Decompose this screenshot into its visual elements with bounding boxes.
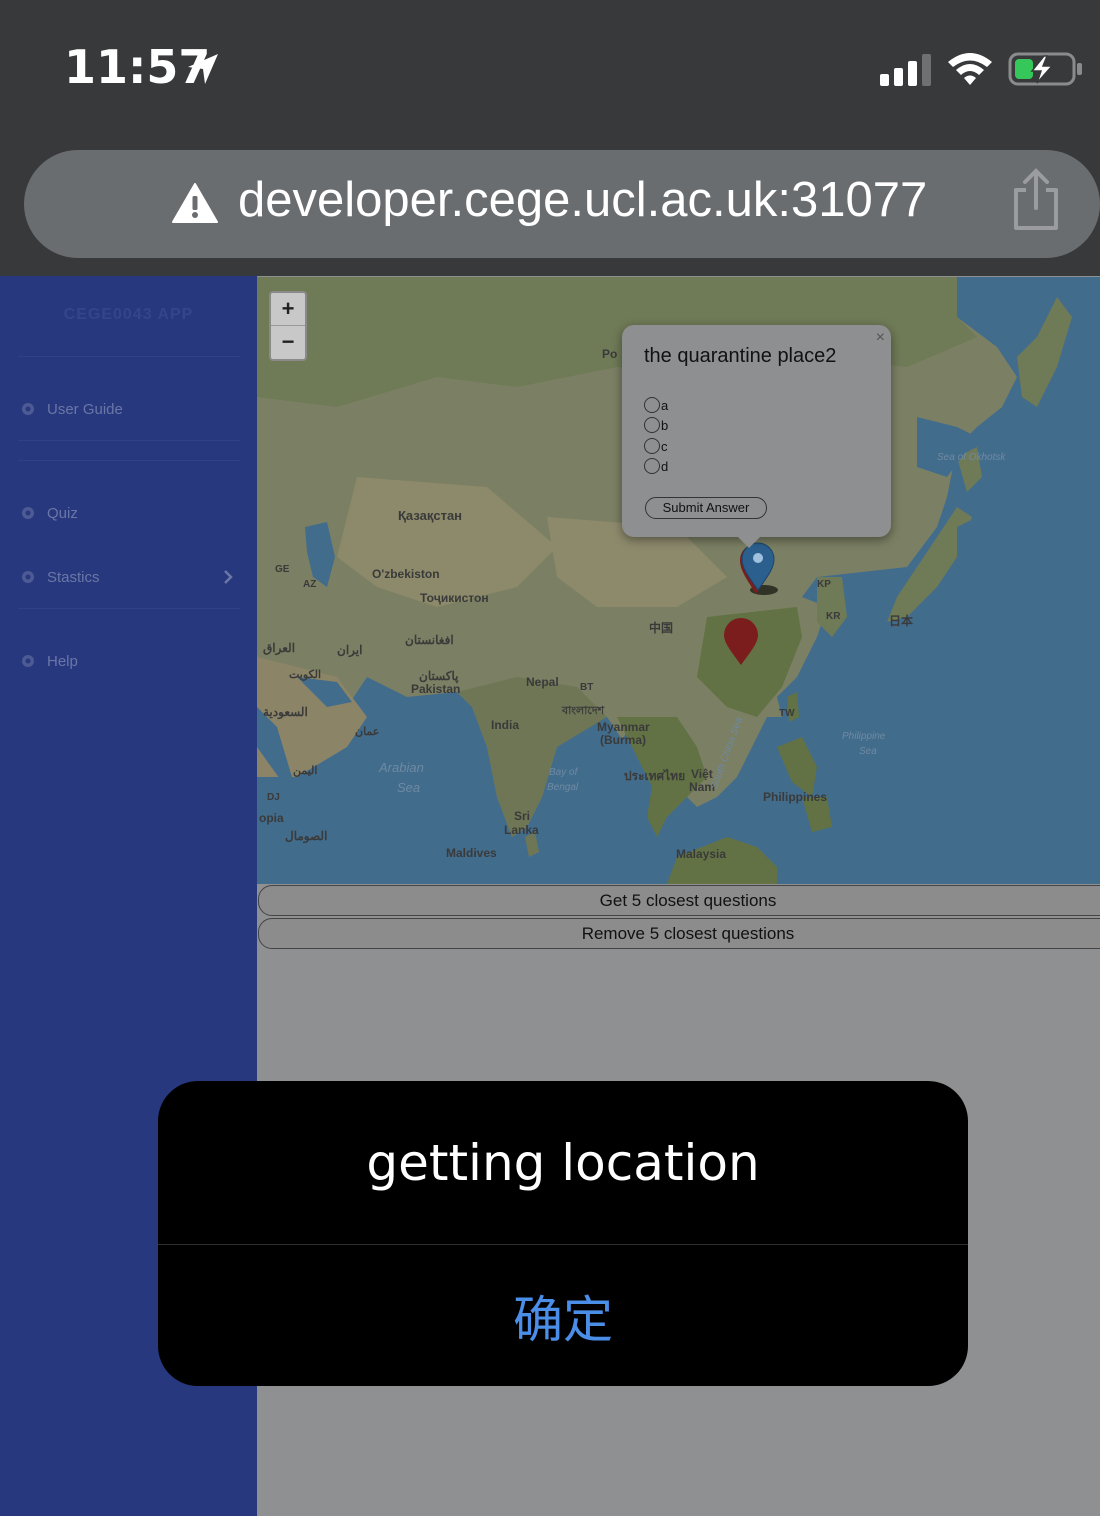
radio-button[interactable] bbox=[644, 417, 660, 433]
sidebar-item-label: Stastics bbox=[47, 568, 100, 586]
red-marker-icon[interactable] bbox=[722, 617, 760, 667]
map-label: O'zbekiston bbox=[372, 567, 440, 581]
status-bar: 11:57 developer.cege.ucl.ac.uk:31077 bbox=[0, 0, 1100, 276]
url-text[interactable]: developer.cege.ucl.ac.uk:31077 bbox=[238, 172, 927, 228]
map-label: 日本 bbox=[889, 614, 914, 628]
map-label: opia bbox=[259, 811, 284, 825]
map-label: پاکستان bbox=[419, 669, 459, 683]
map-label: Bay of bbox=[549, 767, 578, 778]
cellular-signal-icon bbox=[880, 54, 931, 86]
blue-marker-icon[interactable] bbox=[740, 542, 776, 592]
map-label: Sri bbox=[514, 809, 531, 823]
map-label: افغانستان bbox=[405, 633, 454, 647]
gear-icon bbox=[22, 571, 34, 583]
sidebar-item-help[interactable]: Help bbox=[20, 646, 242, 676]
warning-icon bbox=[172, 183, 218, 223]
answer-option-c[interactable]: c bbox=[644, 438, 668, 454]
map-label: GE bbox=[275, 564, 290, 575]
map-label: Myanmar bbox=[597, 720, 650, 734]
map-label: ประเทศไทย bbox=[624, 769, 686, 783]
map-label: Nepal bbox=[526, 675, 559, 689]
submit-answer-button[interactable]: Submit Answer bbox=[645, 497, 767, 519]
map-label: AZ bbox=[303, 579, 317, 590]
gear-icon bbox=[22, 403, 34, 415]
map-label: الكويت bbox=[289, 669, 322, 681]
map-label: Lanka bbox=[504, 823, 539, 837]
zoom-out-button[interactable]: − bbox=[271, 326, 305, 358]
sidebar-item-label: User Guide bbox=[47, 400, 123, 418]
map-label: Қазақстан bbox=[398, 508, 463, 523]
map-label: বাংলাদেশ bbox=[562, 705, 605, 717]
zoom-control: + − bbox=[269, 291, 307, 361]
answer-option-a[interactable]: a bbox=[644, 397, 668, 413]
divider bbox=[18, 460, 240, 461]
map-label: (Burma) bbox=[600, 733, 647, 747]
map-label: 中国 bbox=[649, 621, 674, 635]
app-brand[interactable]: CEGE0043 APP bbox=[0, 306, 257, 324]
map-label: Тоҷикистон bbox=[420, 591, 489, 605]
map-label: ایران bbox=[337, 643, 363, 657]
sidebar-item-quiz[interactable]: Quiz bbox=[20, 498, 242, 528]
map-label: KP bbox=[817, 579, 831, 590]
radio-button[interactable] bbox=[644, 458, 660, 474]
sidebar-item-stastics[interactable]: Stastics bbox=[20, 562, 242, 592]
chevron-right-icon bbox=[224, 570, 233, 584]
divider bbox=[18, 356, 240, 357]
wifi-icon bbox=[948, 53, 992, 85]
map-label: Sea bbox=[859, 746, 877, 757]
divider bbox=[18, 608, 240, 609]
zoom-in-button[interactable]: + bbox=[271, 293, 305, 326]
sidebar-item-label: Quiz bbox=[47, 504, 78, 522]
share-icon[interactable] bbox=[1010, 168, 1062, 232]
option-label: c bbox=[661, 438, 668, 454]
map-label: الصومال bbox=[285, 829, 328, 843]
map-label: Philippine bbox=[842, 731, 886, 742]
map-label: Malaysia bbox=[676, 847, 727, 861]
gear-icon bbox=[22, 507, 34, 519]
sidebar-item-user-guide[interactable]: User Guide bbox=[20, 394, 242, 424]
radio-button[interactable] bbox=[644, 438, 660, 454]
map-label: Việt bbox=[691, 767, 713, 781]
map-label: السعودية bbox=[263, 705, 308, 719]
answer-option-b[interactable]: b bbox=[644, 417, 668, 433]
map-label: Po bbox=[602, 347, 618, 361]
sidebar-item-label: Help bbox=[47, 652, 78, 670]
popup-tip bbox=[737, 536, 761, 548]
battery-charging-icon bbox=[1008, 52, 1082, 86]
radio-button[interactable] bbox=[644, 397, 660, 413]
map-label: TW bbox=[779, 708, 795, 719]
map-label: BT bbox=[580, 682, 594, 693]
option-label: b bbox=[661, 417, 669, 433]
alert-ok-button[interactable]: 确定 bbox=[158, 1245, 968, 1386]
map-label: Sea bbox=[397, 780, 421, 795]
option-label: d bbox=[661, 458, 669, 474]
option-label: a bbox=[661, 397, 669, 413]
map-label: Arabian bbox=[379, 760, 424, 775]
gear-icon bbox=[22, 655, 34, 667]
alert-dialog: getting location 确定 bbox=[158, 1081, 968, 1386]
question-popup: × the quarantine place2 a b c d Submit A… bbox=[622, 325, 891, 537]
map-label: Sea of Okhotsk bbox=[937, 452, 1006, 463]
map-label: India bbox=[491, 718, 520, 732]
remove-closest-questions-button[interactable]: Remove 5 closest questions bbox=[258, 918, 1100, 949]
location-arrow-icon bbox=[188, 54, 218, 84]
map-label: اليمن bbox=[293, 765, 318, 777]
popup-title: the quarantine place2 bbox=[644, 345, 837, 367]
map-label: عمان bbox=[355, 726, 380, 738]
map-label: KR bbox=[826, 611, 841, 622]
map-label: العراق bbox=[263, 641, 296, 655]
get-closest-questions-button[interactable]: Get 5 closest questions bbox=[258, 885, 1100, 916]
alert-message: getting location bbox=[366, 1133, 760, 1192]
map-label: Bengal bbox=[547, 782, 579, 793]
close-icon[interactable]: × bbox=[876, 329, 885, 347]
map-label: Philippines bbox=[763, 790, 828, 804]
map-label: Maldives bbox=[446, 846, 497, 860]
divider bbox=[18, 440, 240, 441]
answer-option-d[interactable]: d bbox=[644, 458, 668, 474]
map-label: DJ bbox=[267, 792, 280, 803]
map-label: Pakistan bbox=[411, 682, 461, 696]
